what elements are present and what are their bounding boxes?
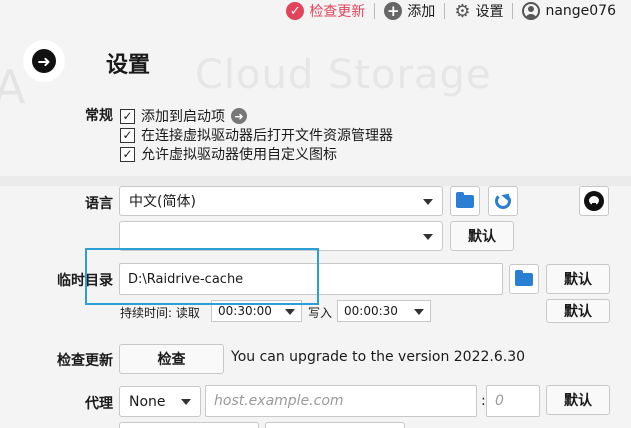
github-button[interactable] bbox=[579, 186, 609, 216]
startup-checkbox[interactable]: ✓ bbox=[120, 108, 135, 124]
settings-label: 设置 bbox=[475, 4, 504, 20]
check-circle-icon: ✓ bbox=[286, 2, 305, 20]
language-selected-value: 中文(简体) bbox=[129, 194, 196, 210]
chevron-down-icon bbox=[423, 199, 433, 205]
language-folder-button[interactable] bbox=[450, 186, 480, 216]
user-icon bbox=[522, 2, 541, 20]
open-explorer-option-label: 在连接虚拟驱动器后打开文件资源管理器 bbox=[141, 128, 393, 144]
refresh-icon bbox=[495, 193, 511, 209]
proxy-default-button[interactable]: 默认 bbox=[546, 385, 610, 415]
page-title: 设置 bbox=[106, 53, 151, 78]
proxy-port-placeholder: 0 bbox=[495, 393, 504, 409]
open-explorer-option[interactable]: ✓ 在连接虚拟驱动器后打开文件资源管理器 bbox=[120, 125, 393, 145]
read-duration-select[interactable]: 00:30:00 bbox=[211, 300, 302, 322]
next-row-field[interactable] bbox=[119, 422, 259, 428]
background-divider bbox=[0, 176, 631, 186]
proxy-port-input[interactable]: 0 bbox=[486, 385, 540, 417]
read-duration-value: 00:30:00 bbox=[218, 304, 272, 318]
folder-icon bbox=[456, 191, 474, 208]
duration-write-label: 写入 bbox=[308, 306, 333, 320]
language-secondary-select[interactable] bbox=[119, 221, 443, 251]
proxy-label: 代理 bbox=[85, 396, 113, 412]
arrow-right-icon: ➜ bbox=[32, 49, 56, 73]
custom-icon-option-label: 允许虚拟驱动器使用自定义图标 bbox=[141, 147, 337, 163]
temp-dir-input[interactable]: D:\Raidrive-cache bbox=[119, 263, 503, 295]
check-update-label: 检查更新 bbox=[309, 4, 366, 20]
proxy-host-input[interactable]: host.example.com bbox=[205, 385, 477, 417]
proxy-host-placeholder: host.example.com bbox=[214, 393, 344, 409]
custom-icon-checkbox[interactable]: ✓ bbox=[120, 146, 135, 162]
language-select[interactable]: 中文(简体) bbox=[119, 186, 443, 216]
check-update-section-label: 检查更新 bbox=[57, 353, 113, 369]
chevron-down-icon bbox=[423, 234, 433, 240]
duration-default-button[interactable]: 默认 bbox=[546, 299, 610, 323]
startup-option-label: 添加到启动项 bbox=[141, 109, 225, 125]
temp-dir-label: 临时目录 bbox=[57, 273, 113, 289]
folder-icon bbox=[515, 269, 533, 286]
write-duration-select[interactable]: 00:00:30 bbox=[337, 300, 431, 322]
settings-button[interactable]: ⚙ 设置 bbox=[445, 0, 512, 22]
chevron-down-icon bbox=[414, 309, 424, 315]
custom-icon-option[interactable]: ✓ 允许虚拟驱动器使用自定义图标 bbox=[120, 144, 337, 164]
general-label: 常规 bbox=[85, 108, 113, 124]
add-label: 添加 bbox=[407, 4, 436, 20]
username: nange076 bbox=[545, 3, 616, 19]
chevron-down-icon bbox=[285, 309, 295, 315]
proxy-type-select[interactable]: None bbox=[119, 386, 201, 417]
language-default-button[interactable]: 默认 bbox=[450, 221, 514, 251]
user-account-button[interactable]: nange076 bbox=[513, 0, 625, 22]
background-logo: A bbox=[0, 60, 26, 114]
proxy-type-value: None bbox=[129, 393, 166, 410]
language-label: 语言 bbox=[85, 196, 113, 212]
next-row-field[interactable] bbox=[265, 422, 405, 428]
temp-dir-value: D:\Raidrive-cache bbox=[128, 271, 244, 287]
check-update-link[interactable]: ✓ 检查更新 bbox=[277, 0, 374, 22]
upgrade-message: You can upgrade to the version 2022.6.30 bbox=[231, 349, 526, 365]
chevron-down-icon bbox=[181, 399, 191, 405]
gear-icon: ⚙ bbox=[454, 0, 471, 22]
add-button[interactable]: + 添加 bbox=[375, 0, 444, 22]
github-icon bbox=[584, 191, 604, 211]
proxy-port-separator: : bbox=[481, 393, 486, 409]
top-toolbar: ✓ 检查更新 + 添加 ⚙ 设置 nange076 bbox=[0, 0, 631, 22]
check-update-button[interactable]: 检查 bbox=[119, 344, 224, 374]
background-watermark: Cloud Storage bbox=[195, 52, 492, 98]
startup-option[interactable]: ✓ 添加到启动项 ➜ bbox=[120, 106, 247, 126]
plus-icon: + bbox=[384, 2, 403, 20]
language-refresh-button[interactable] bbox=[488, 186, 518, 216]
temp-dir-folder-button[interactable] bbox=[509, 264, 539, 294]
duration-read-label: 持续时间: 读取 bbox=[120, 306, 200, 320]
write-duration-value: 00:00:30 bbox=[344, 304, 398, 318]
temp-dir-default-button[interactable]: 默认 bbox=[546, 264, 610, 294]
back-button[interactable]: ➜ bbox=[23, 40, 65, 82]
arrow-right-circle-icon[interactable]: ➜ bbox=[231, 108, 247, 124]
open-explorer-checkbox[interactable]: ✓ bbox=[120, 127, 135, 143]
